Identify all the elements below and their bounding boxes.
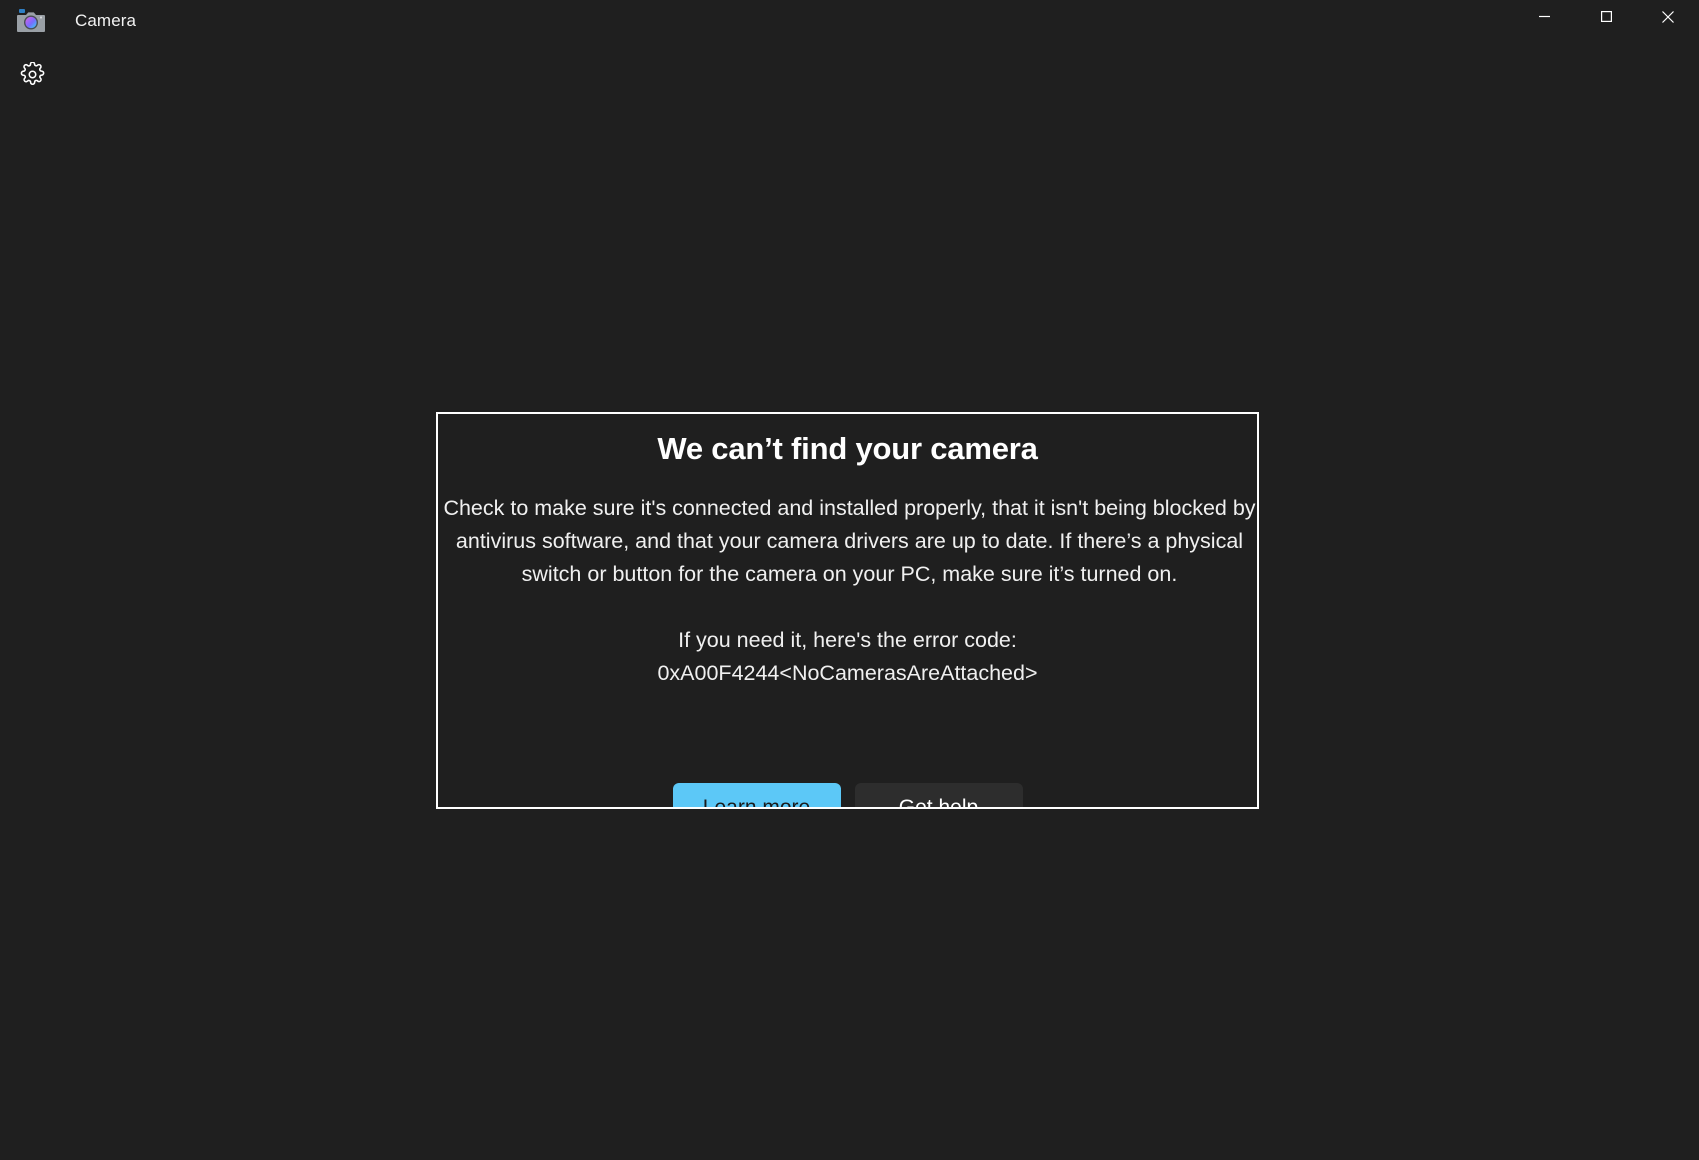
title-bar: Camera [0,0,1699,42]
camera-icon [17,8,45,34]
dialog-heading: We can’t find your camera [657,431,1038,466]
error-code-block: If you need it, here's the error code: 0… [438,624,1257,690]
dialog-button-row: Learn more Get help [438,783,1257,807]
camera-error-dialog: We can’t find your camera Check to make … [436,412,1259,809]
dialog-content: We can’t find your camera Check to make … [438,431,1257,807]
close-button[interactable] [1637,0,1699,36]
maximize-button[interactable] [1575,0,1637,36]
window-controls [1513,0,1699,36]
gear-icon [20,61,45,90]
get-help-button[interactable]: Get help [854,783,1023,807]
error-code-intro: If you need it, here's the error code: [678,628,1017,652]
dialog-body-text: Check to make sure it's connected and in… [443,496,1256,586]
error-code-value: 0xA00F4244<NoCamerasAreAttached> [657,661,1038,685]
app-title: Camera [75,11,137,30]
minimize-button[interactable] [1513,0,1575,36]
dialog-body-wrap: Check to make sure it's connected and in… [438,492,1257,591]
close-icon [1661,10,1675,27]
maximize-icon [1600,10,1613,26]
learn-more-button[interactable]: Learn more [672,783,841,807]
settings-button[interactable] [13,59,51,93]
minimize-icon [1538,10,1551,26]
